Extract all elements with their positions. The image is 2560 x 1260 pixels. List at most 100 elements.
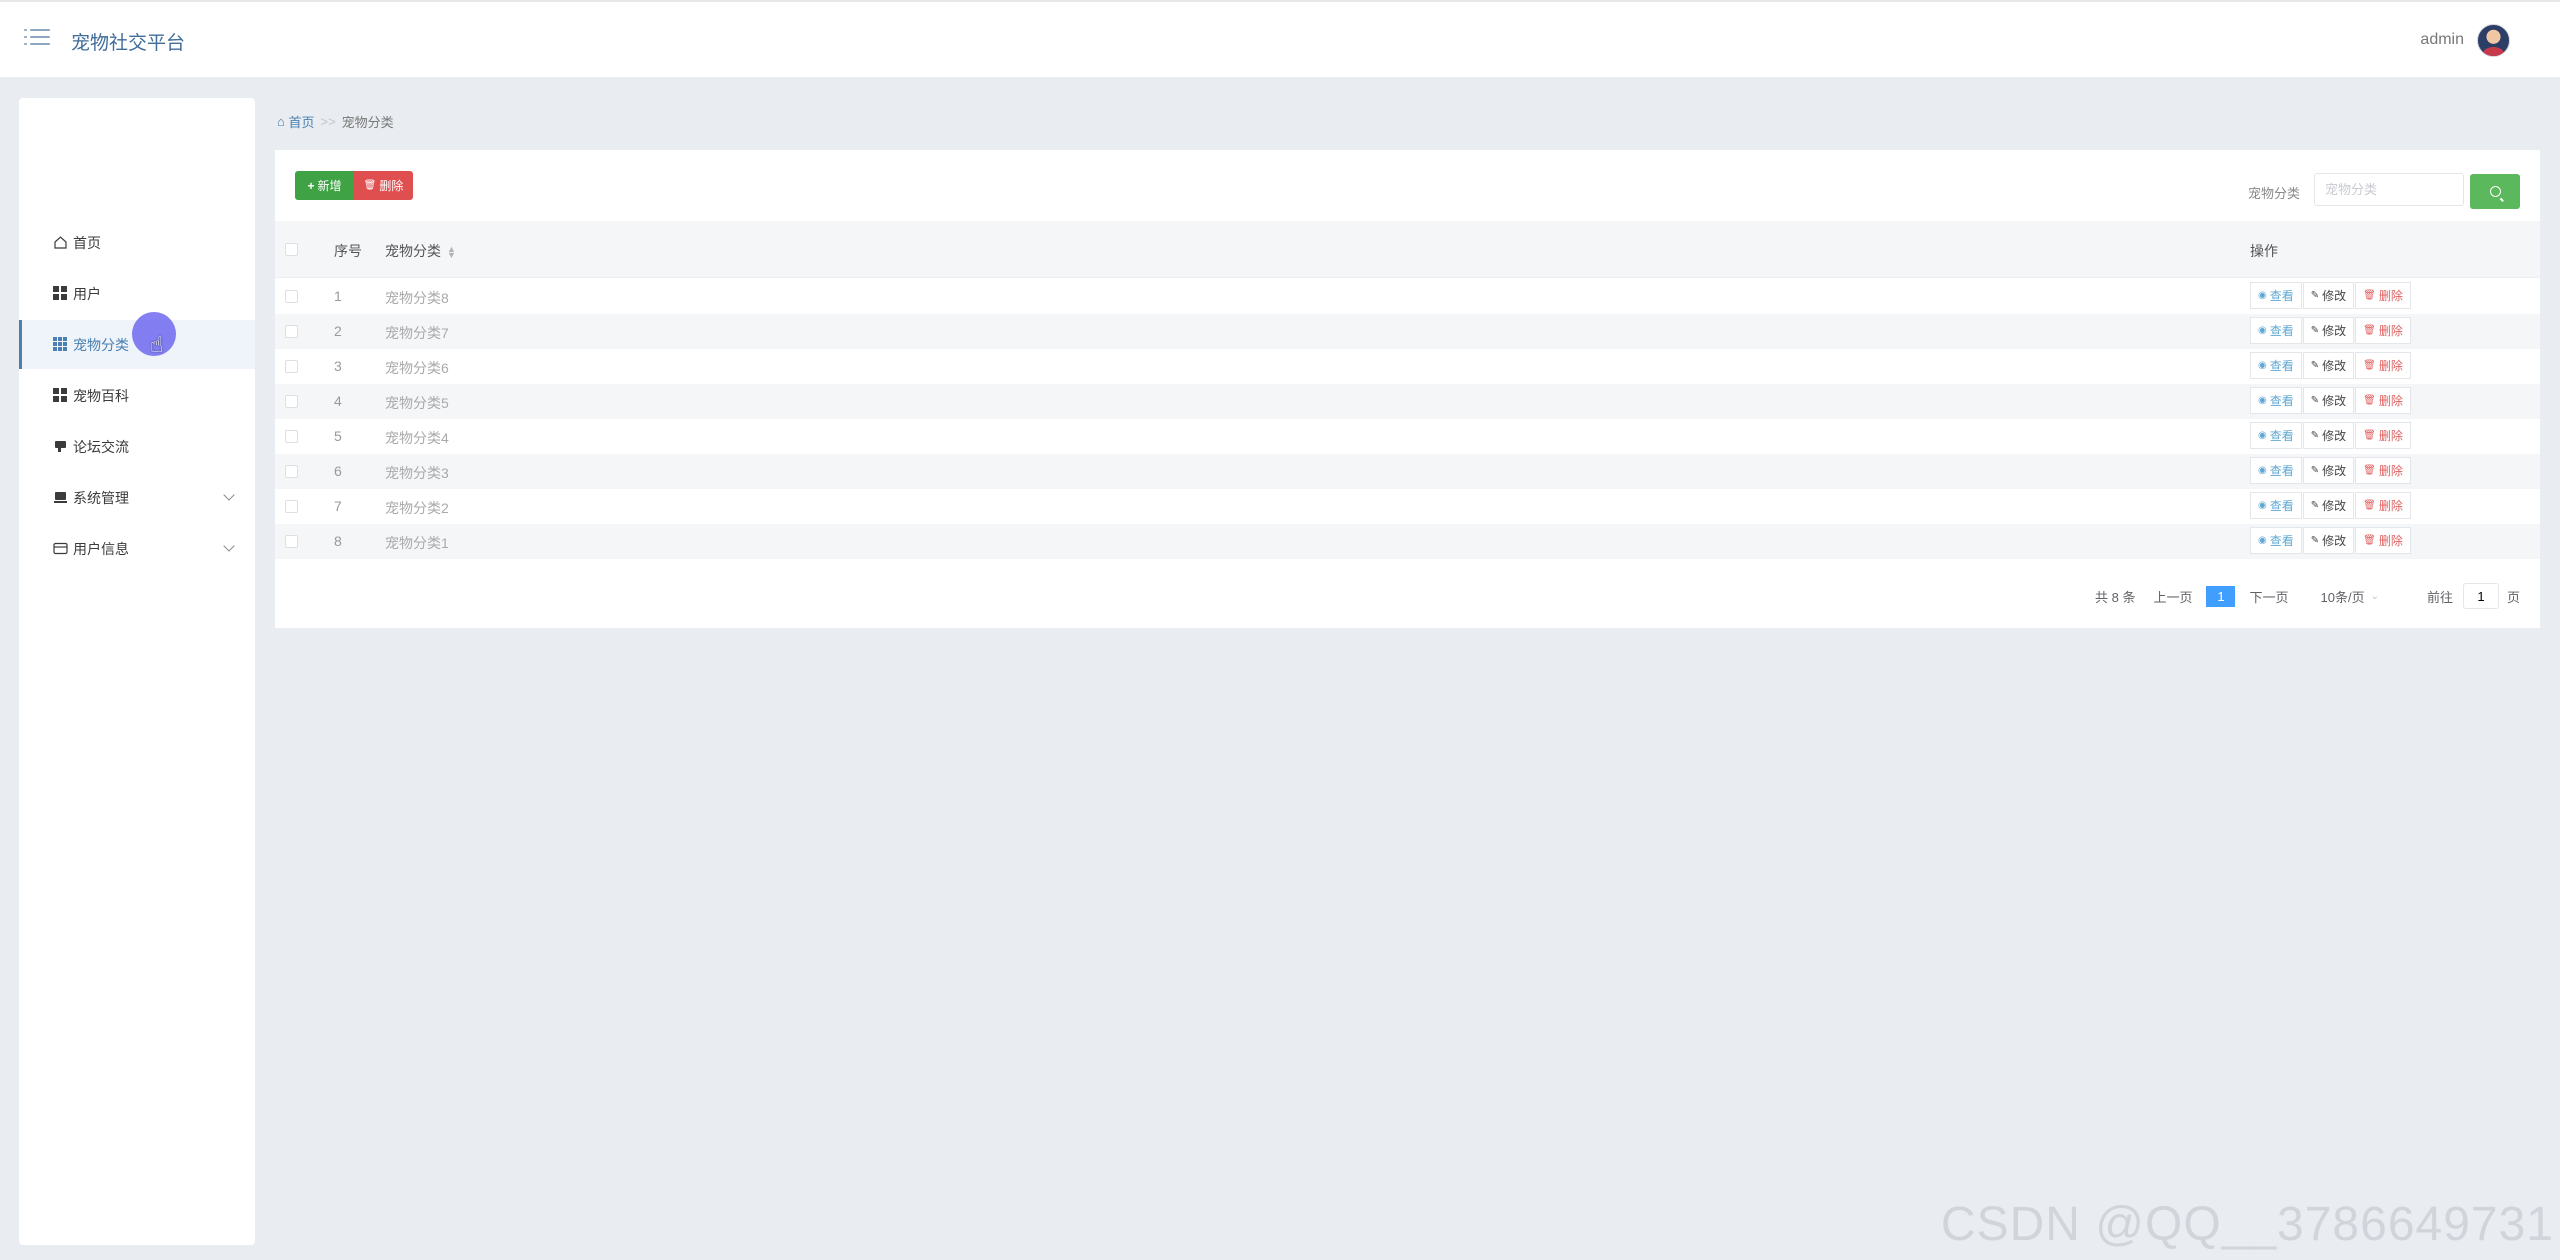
hand-cursor-icon: ☝ [150, 332, 164, 357]
sidebar-item-users[interactable]: 用户 [19, 269, 255, 318]
username[interactable]: admin [2420, 31, 2464, 49]
trash-icon: 🗑 [2363, 500, 2376, 511]
grid-icon [53, 286, 68, 301]
sidebar-item-system[interactable]: 系统管理 [19, 473, 255, 522]
prev-page-button[interactable]: 上一页 [2153, 587, 2192, 606]
card-icon [53, 541, 68, 556]
edit-button[interactable]: ✎ 修改 [2302, 492, 2355, 519]
view-button[interactable]: ◉ 查看 [2250, 282, 2302, 309]
delete-button[interactable]: 🗑 删除 [2355, 317, 2411, 344]
eye-icon: ◉ [2258, 290, 2267, 301]
view-label: 查看 [2269, 324, 2294, 338]
view-button[interactable]: ◉ 查看 [2250, 352, 2302, 379]
delete-label: 删除 [2378, 534, 2403, 548]
app-title: 宠物社交平台 [71, 33, 186, 54]
next-page-button[interactable]: 下一页 [2249, 587, 2288, 606]
edit-button[interactable]: ✎ 修改 [2302, 317, 2355, 344]
menu-toggle-icon[interactable] [24, 28, 50, 50]
table-row: 7 宠物分类2 ◉ 查看 ✎ 修改 🗑 删除 [275, 489, 2540, 524]
page-number-current[interactable]: 1 [2206, 585, 2236, 607]
view-button[interactable]: ◉ 查看 [2250, 422, 2302, 449]
delete-label: 删除 [2378, 359, 2403, 373]
edit-button[interactable]: ✎ 修改 [2302, 387, 2355, 414]
add-button[interactable]: + 新增 [295, 171, 354, 200]
goto-page-input[interactable] [2462, 583, 2499, 609]
sort-icon[interactable]: ▲ ▼ [447, 245, 456, 260]
grid-icon [53, 388, 68, 403]
sidebar-item-label: 用户 [73, 285, 101, 302]
search-input[interactable] [2314, 173, 2464, 206]
row-category: 宠物分类1 [385, 535, 449, 551]
edit-button[interactable]: ✎ 修改 [2302, 352, 2355, 379]
view-button[interactable]: ◉ 查看 [2250, 387, 2302, 414]
delete-button[interactable]: 🗑 删除 [2355, 387, 2411, 414]
table-row: 8 宠物分类1 ◉ 查看 ✎ 修改 🗑 删除 [275, 524, 2540, 559]
sidebar-item-label: 论坛交流 [73, 438, 129, 455]
table-row: 3 宠物分类6 ◉ 查看 ✎ 修改 🗑 删除 [275, 349, 2540, 384]
sidebar: 首页 用户 宠物分类 宠物百科 论坛交流 系统管理 用户信息 [19, 98, 255, 1245]
sidebar-item-pet-encyclopedia[interactable]: 宠物百科 [19, 371, 255, 420]
row-category: 宠物分类6 [385, 360, 449, 376]
eye-icon: ◉ [2258, 500, 2267, 511]
edit-button[interactable]: ✎ 修改 [2302, 457, 2355, 484]
avatar[interactable] [2477, 24, 2510, 57]
delete-button[interactable]: 🗑 删除 [2355, 457, 2411, 484]
edit-label: 修改 [2322, 534, 2347, 548]
row-checkbox[interactable] [285, 395, 298, 408]
delete-button[interactable]: 🗑 删除 [2355, 492, 2411, 519]
table-header: 序号 宠物分类 ▲ ▼ 操作 [275, 221, 2540, 278]
row-checkbox[interactable] [285, 325, 298, 338]
view-button[interactable]: ◉ 查看 [2250, 492, 2302, 519]
trash-icon: 🗑 [2363, 360, 2376, 371]
edit-icon: ✎ [2310, 535, 2320, 546]
trash-icon: 🗑 [2363, 325, 2376, 336]
edit-label: 修改 [2322, 394, 2347, 408]
page-size-select[interactable]: 10条/页 [2321, 587, 2365, 606]
breadcrumb-home-icon[interactable]: ⌂ [277, 114, 288, 129]
row-checkbox[interactable] [285, 360, 298, 373]
delete-button[interactable]: 🗑 删除 [2355, 282, 2411, 309]
edit-button[interactable]: ✎ 修改 [2302, 282, 2355, 309]
row-checkbox[interactable] [285, 290, 298, 303]
sidebar-item-user-info[interactable]: 用户信息 [19, 524, 255, 573]
watermark: CSDN @QQ__3786649731 [1940, 1198, 2554, 1251]
sidebar-item-label: 宠物百科 [73, 387, 129, 404]
delete-button[interactable]: 🗑 删除 [2355, 527, 2411, 554]
table-row: 4 宠物分类5 ◉ 查看 ✎ 修改 🗑 删除 [275, 384, 2540, 419]
table-row: 2 宠物分类7 ◉ 查看 ✎ 修改 🗑 删除 [275, 314, 2540, 349]
edit-button[interactable]: ✎ 修改 [2302, 422, 2355, 449]
delete-label: 删除 [2378, 289, 2403, 303]
pagination-total: 共 8 条 [2095, 589, 2136, 605]
view-button[interactable]: ◉ 查看 [2250, 457, 2302, 484]
row-checkbox[interactable] [285, 465, 298, 478]
row-index: 3 [334, 358, 342, 374]
breadcrumb-home[interactable]: 首页 [288, 112, 314, 131]
delete-button[interactable]: 🗑 删除 [2355, 352, 2411, 379]
trash-icon: 🗑 [363, 180, 377, 191]
edit-icon: ✎ [2310, 500, 2320, 511]
sidebar-item-home[interactable]: 首页 [19, 218, 255, 267]
row-checkbox[interactable] [285, 500, 298, 513]
chevron-down-icon[interactable]: ⌄ [2371, 591, 2379, 602]
edit-button[interactable]: ✎ 修改 [2302, 527, 2355, 554]
row-checkbox[interactable] [285, 430, 298, 443]
row-checkbox[interactable] [285, 535, 298, 548]
view-button[interactable]: ◉ 查看 [2250, 317, 2302, 344]
row-index: 4 [334, 393, 342, 409]
row-index: 5 [334, 428, 342, 444]
batch-delete-button[interactable]: 🗑 删除 [354, 171, 413, 200]
select-all-checkbox[interactable] [285, 243, 298, 256]
column-category[interactable]: 宠物分类 ▲ ▼ [385, 241, 456, 261]
edit-icon: ✎ [2310, 395, 2320, 406]
add-button-label: 新增 [317, 179, 342, 193]
sidebar-item-label: 系统管理 [73, 489, 129, 506]
delete-label: 删除 [2378, 499, 2403, 513]
system-icon [53, 490, 68, 505]
delete-button[interactable]: 🗑 删除 [2355, 422, 2411, 449]
search-button[interactable] [2470, 174, 2520, 209]
eye-icon: ◉ [2258, 535, 2267, 546]
edit-label: 修改 [2322, 499, 2347, 513]
sidebar-item-forum[interactable]: 论坛交流 [19, 422, 255, 471]
view-button[interactable]: ◉ 查看 [2250, 527, 2302, 554]
chevron-down-icon [223, 489, 235, 501]
